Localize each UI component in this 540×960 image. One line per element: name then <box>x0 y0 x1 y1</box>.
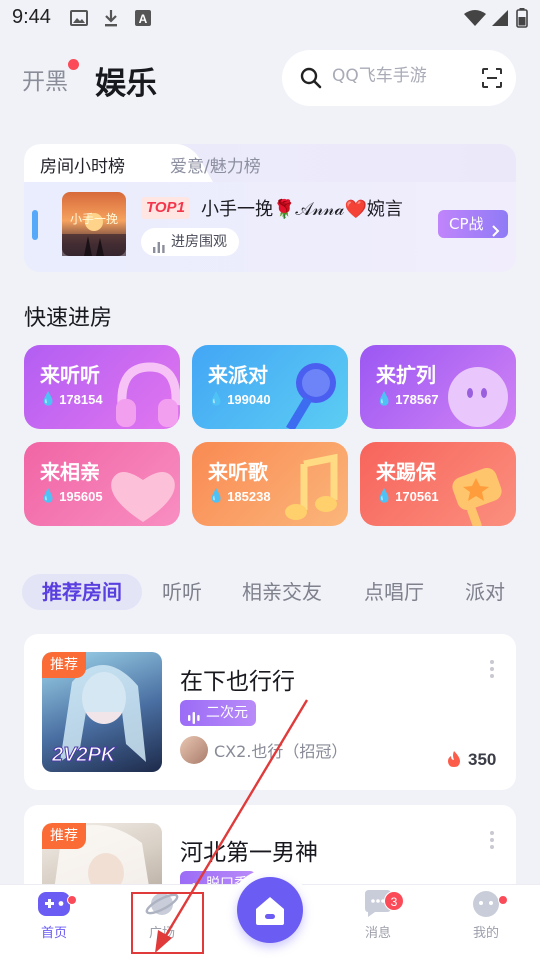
room-host: CX2.也行（招冠） <box>214 742 348 761</box>
genre-tag: 二次元 <box>180 700 256 726</box>
message-count-badge: 3 <box>384 891 404 911</box>
tab-love-charm-rank[interactable]: 爱意/魅力榜 <box>170 152 261 177</box>
chevron-right-icon <box>492 218 500 246</box>
tab-recommended-rooms[interactable]: 推荐房间 <box>22 574 142 610</box>
quick-card-label: 来踢保 <box>376 460 436 484</box>
highlight-box <box>131 892 204 954</box>
music-note-icon <box>285 453 338 520</box>
quick-card-label: 来听听 <box>40 363 100 387</box>
quick-card-music[interactable]: 来听歌 💧 185238 <box>192 442 348 526</box>
notification-dot <box>68 59 79 70</box>
signal-icon <box>490 8 510 28</box>
ranking-card[interactable]: 房间小时榜 爱意/魅力榜 小手一挽 TOP1 小手一挽🌹𝒜𝓃𝓃𝒶❤️婉言 进房围… <box>24 144 516 272</box>
star-wand-icon <box>452 467 502 526</box>
microphone-icon <box>286 363 336 429</box>
more-icon[interactable] <box>489 831 495 852</box>
quick-card-dating[interactable]: 来相亲 💧 195605 <box>24 442 180 526</box>
fire-icon <box>446 750 462 772</box>
quick-card-label: 来听歌 <box>208 460 268 484</box>
quick-card-count: 💧 178154 <box>40 391 103 407</box>
room-title[interactable]: 在下也行行 <box>180 662 295 696</box>
cp-battle-label: CP战 <box>449 215 484 233</box>
tab-karaoke[interactable]: 点唱厅 <box>364 574 424 610</box>
scan-icon[interactable] <box>482 68 502 92</box>
quick-card-listen[interactable]: 来听听 💧 178154 <box>24 345 180 429</box>
search-input[interactable] <box>332 66 472 86</box>
quick-card-label: 来派对 <box>208 363 268 387</box>
tab-party[interactable]: 派对 <box>465 574 505 610</box>
quick-card-kick[interactable]: 来踢保 💧 170561 <box>360 442 516 526</box>
flame-icon: 💧 <box>208 391 225 406</box>
flame-icon: 💧 <box>376 391 393 406</box>
nav-messages-label: 消息 <box>364 926 391 941</box>
room-heat: 350 <box>468 750 497 769</box>
tab-listen[interactable]: 听听 <box>162 574 202 610</box>
tab-kaihei[interactable]: 开黑 <box>22 62 68 96</box>
tab-room-hourly-rank-label[interactable]: 房间小时榜 <box>40 152 125 177</box>
house-icon <box>256 897 284 925</box>
room-cover[interactable]: 2V2PK 推荐 <box>42 652 162 772</box>
room-cover[interactable]: 小手一挽 <box>62 192 126 256</box>
svg-text:A: A <box>139 12 148 26</box>
image-icon <box>68 8 90 28</box>
quick-card-count: 💧 178567 <box>376 391 439 407</box>
avatar[interactable] <box>180 736 208 764</box>
cover-2v2pk-label: 2V2PK <box>51 744 116 767</box>
audio-wave-icon <box>188 707 200 733</box>
search-icon[interactable] <box>300 67 322 93</box>
quick-card-party[interactable]: 来派对 💧 199040 <box>192 345 348 429</box>
profile-face-icon <box>473 891 499 917</box>
carousel-indicator <box>32 210 38 240</box>
search-bar[interactable] <box>282 50 516 106</box>
notification-dot <box>498 895 508 905</box>
flame-icon: 💧 <box>40 488 57 503</box>
quick-card-expand[interactable]: 来扩列 💧 178567 <box>360 345 516 429</box>
room-title[interactable]: 河北第一男神 <box>180 833 318 867</box>
tab-dating[interactable]: 相亲交友 <box>242 574 322 610</box>
battery-icon <box>514 8 530 28</box>
wifi-icon <box>462 8 488 28</box>
room-card[interactable]: 2V2PK 推荐 在下也行行 二次元 CX2.也行（招冠） 350 <box>24 634 516 790</box>
quick-card-count: 💧 199040 <box>208 391 271 407</box>
recommend-tag: 推荐 <box>42 652 86 678</box>
download-icon <box>100 8 122 28</box>
more-icon[interactable] <box>489 660 495 681</box>
flame-icon: 💧 <box>40 391 57 406</box>
room-cover-text: 小手一挽 <box>70 212 119 226</box>
quick-card-count: 💧 170561 <box>376 488 439 504</box>
enter-watch-button[interactable]: 进房围观 <box>141 228 239 256</box>
notification-dot <box>67 895 77 905</box>
recommend-tag: 推荐 <box>42 823 86 849</box>
quick-card-count: 💧 185238 <box>208 488 271 504</box>
flame-icon: 💧 <box>376 488 393 503</box>
nav-home-label: 首页 <box>40 926 67 941</box>
headphones-icon <box>116 362 180 427</box>
cp-battle-button[interactable]: CP战 <box>438 210 508 238</box>
equalizer-icon <box>153 235 165 263</box>
quick-entry-title: 快速进房 <box>24 306 113 331</box>
top1-badge: TOP1 <box>141 197 190 219</box>
nav-profile-label: 我的 <box>472 926 499 941</box>
quick-card-label: 来扩列 <box>376 363 436 387</box>
gamepad-icon <box>38 892 70 916</box>
tab-yule[interactable]: 娱乐 <box>95 58 157 103</box>
blob-character-icon <box>448 367 508 427</box>
heart-icon <box>111 472 175 522</box>
enter-watch-label: 进房围观 <box>171 234 227 250</box>
center-home-button[interactable] <box>237 877 303 943</box>
quick-card-label: 来相亲 <box>40 460 100 484</box>
ranking-room-name[interactable]: 小手一挽🌹𝒜𝓃𝓃𝒶❤️婉言 <box>201 195 403 221</box>
flame-icon: 💧 <box>208 488 225 503</box>
app-a-icon: A <box>132 8 154 28</box>
quick-card-count: 💧 195605 <box>40 488 103 504</box>
status-time: 9:44 <box>12 6 51 28</box>
